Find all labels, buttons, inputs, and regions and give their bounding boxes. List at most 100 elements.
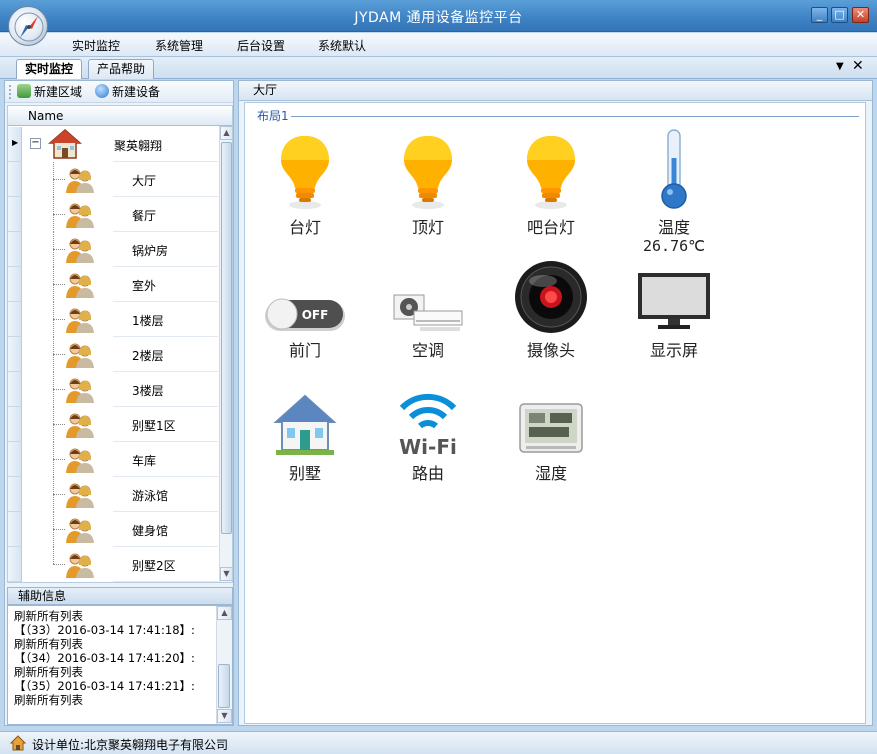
device-tile[interactable]: 温度 26.76℃: [624, 128, 724, 255]
tree-item-label: 2楼层: [132, 349, 164, 363]
menu-backend-settings[interactable]: 后台设置: [237, 37, 285, 54]
device-tile[interactable]: 空调: [378, 251, 478, 371]
scroll-thumb[interactable]: [221, 142, 232, 534]
row-selector[interactable]: [8, 547, 22, 582]
thermometer-icon: [624, 128, 724, 212]
row-selector[interactable]: [8, 512, 22, 547]
tree-row[interactable]: 餐厅: [8, 197, 218, 232]
tree-header: Name: [8, 106, 232, 126]
user-group-icon: [65, 306, 95, 334]
camera-icon: [501, 251, 601, 335]
tab-list-dropdown-icon[interactable]: ▼: [836, 61, 844, 72]
tab-product-help[interactable]: 产品帮助: [88, 59, 155, 79]
user-group-icon: [65, 236, 95, 264]
row-selector[interactable]: [8, 337, 22, 372]
tab-close-icon[interactable]: ✕: [852, 58, 864, 74]
aux-info-log[interactable]: 刷新所有列表 【（33）2016-03-14 17:41:18】: 刷新所有列表 【（…: [7, 605, 233, 725]
tree-row-root[interactable]: ▶ − 聚英翱翔: [8, 127, 218, 162]
compass-icon[interactable]: [8, 6, 48, 46]
row-selector[interactable]: [8, 302, 22, 337]
device-label: 摄像头: [526, 341, 575, 360]
tree-row[interactable]: 大厅: [8, 162, 218, 197]
row-selector[interactable]: [8, 372, 22, 407]
device-label: 温度: [657, 218, 690, 237]
tree-row[interactable]: 健身馆: [8, 512, 218, 547]
column-header-name[interactable]: Name: [28, 109, 63, 123]
row-selector[interactable]: [8, 232, 22, 267]
log-scrollbar[interactable]: ▲ ▼: [216, 606, 232, 724]
device-tile[interactable]: 吧台灯: [501, 128, 601, 248]
tree-row[interactable]: 别墅2区: [8, 547, 218, 582]
row-selector[interactable]: [8, 162, 22, 197]
scroll-up-icon[interactable]: ▲: [220, 126, 232, 140]
device-label: 别墅: [288, 464, 321, 483]
tree-row[interactable]: 3楼层: [8, 372, 218, 407]
new-area-button[interactable]: 新建区域: [17, 84, 82, 100]
scroll-up-icon[interactable]: ▲: [217, 606, 232, 620]
scroll-down-icon[interactable]: ▼: [220, 567, 232, 581]
row-selector[interactable]: ▶: [8, 127, 22, 162]
house-icon: [47, 128, 83, 163]
device-label: 台灯: [288, 218, 321, 237]
log-line: 刷新所有列表: [14, 693, 83, 707]
scroll-down-icon[interactable]: ▼: [217, 709, 232, 723]
new-device-label: 新建设备: [112, 85, 161, 99]
tree-row[interactable]: 游泳馆: [8, 477, 218, 512]
tree-row[interactable]: 锅炉房: [8, 232, 218, 267]
tree-row[interactable]: 别墅1区: [8, 407, 218, 442]
device-tile[interactable]: OFF 前门: [255, 251, 355, 371]
device-label: 显示屏: [649, 341, 698, 360]
device-label: 路由: [411, 464, 444, 483]
hygrometer-icon: [501, 374, 601, 458]
device-tile[interactable]: 顶灯: [378, 128, 478, 248]
collapse-icon[interactable]: −: [30, 138, 41, 149]
row-selector[interactable]: [8, 407, 22, 442]
scroll-thumb[interactable]: [218, 664, 230, 708]
tree-row[interactable]: 室外: [8, 267, 218, 302]
device-tile[interactable]: 台灯: [255, 128, 355, 248]
device-tile[interactable]: 湿度: [501, 374, 601, 494]
device-tile[interactable]: 别墅: [255, 374, 355, 494]
user-group-icon: [65, 271, 95, 299]
row-selector[interactable]: [8, 442, 22, 477]
document-tab-bar: 实时监控 产品帮助 ▼ ✕: [0, 57, 877, 79]
tree-connector: [53, 319, 65, 320]
close-button[interactable]: ✕: [852, 7, 869, 23]
tab-realtime-monitor[interactable]: 实时监控: [16, 59, 83, 79]
air-conditioner-icon: [378, 251, 478, 335]
tree-connector: [53, 389, 65, 390]
tree-item-label: 餐厅: [132, 209, 157, 223]
right-panel: 大厅 布局1 台灯 顶灯 吧台灯 温度 26.76℃ OFF 前门 空调 摄像头 显示屏 别墅 Wi-…: [238, 80, 873, 726]
device-label: 前门: [288, 341, 321, 360]
minimize-button[interactable]: _: [811, 7, 828, 23]
log-line: 【（34）2016-03-14 17:41:20】:: [14, 651, 195, 665]
row-selector[interactable]: [8, 267, 22, 302]
menu-realtime-monitor[interactable]: 实时监控: [72, 37, 120, 54]
menu-system-management[interactable]: 系统管理: [155, 37, 203, 54]
maximize-button[interactable]: □: [831, 7, 848, 23]
tree-item-label: 3楼层: [132, 384, 164, 398]
tree-scrollbar[interactable]: ▲ ▼: [219, 126, 232, 582]
user-group-icon: [65, 201, 95, 229]
current-row-icon: ▶: [12, 138, 19, 147]
toggle-off-icon: OFF: [255, 251, 355, 335]
left-panel: 新建区域 新建设备 Name ▶ − 聚英翱翔 大厅 餐厅 锅炉房 室外 1楼层 2楼层 3楼层别…: [4, 80, 234, 726]
tree-row[interactable]: 1楼层: [8, 302, 218, 337]
row-selector[interactable]: [8, 197, 22, 232]
user-group-icon: [65, 516, 95, 544]
menu-system-default[interactable]: 系统默认: [318, 37, 366, 54]
tree-row[interactable]: 2楼层: [8, 337, 218, 372]
bulb-icon: [378, 128, 478, 212]
device-tile[interactable]: 摄像头: [501, 251, 601, 371]
device-tree[interactable]: Name ▶ − 聚英翱翔 大厅 餐厅 锅炉房 室外 1楼层 2楼层 3楼层 别墅1区 车库 游泳馆 健身…: [7, 105, 233, 583]
device-tile[interactable]: Wi-Fi 路由: [378, 374, 478, 494]
device-tile[interactable]: 显示屏: [624, 251, 724, 371]
row-selector[interactable]: [8, 477, 22, 512]
user-group-icon: [65, 446, 95, 474]
window-title: JYDAM 通用设备监控平台: [354, 10, 523, 26]
tree-rows: ▶ − 聚英翱翔 大厅 餐厅 锅炉房 室外 1楼层 2楼层 3楼层 别墅1区 车库 游泳馆 健身馆 别墅2区: [8, 127, 218, 582]
user-group-icon: [65, 341, 95, 369]
tree-item-label: 别墅2区: [132, 559, 176, 573]
new-device-button[interactable]: 新建设备: [95, 84, 160, 100]
tree-row[interactable]: 车库: [8, 442, 218, 477]
